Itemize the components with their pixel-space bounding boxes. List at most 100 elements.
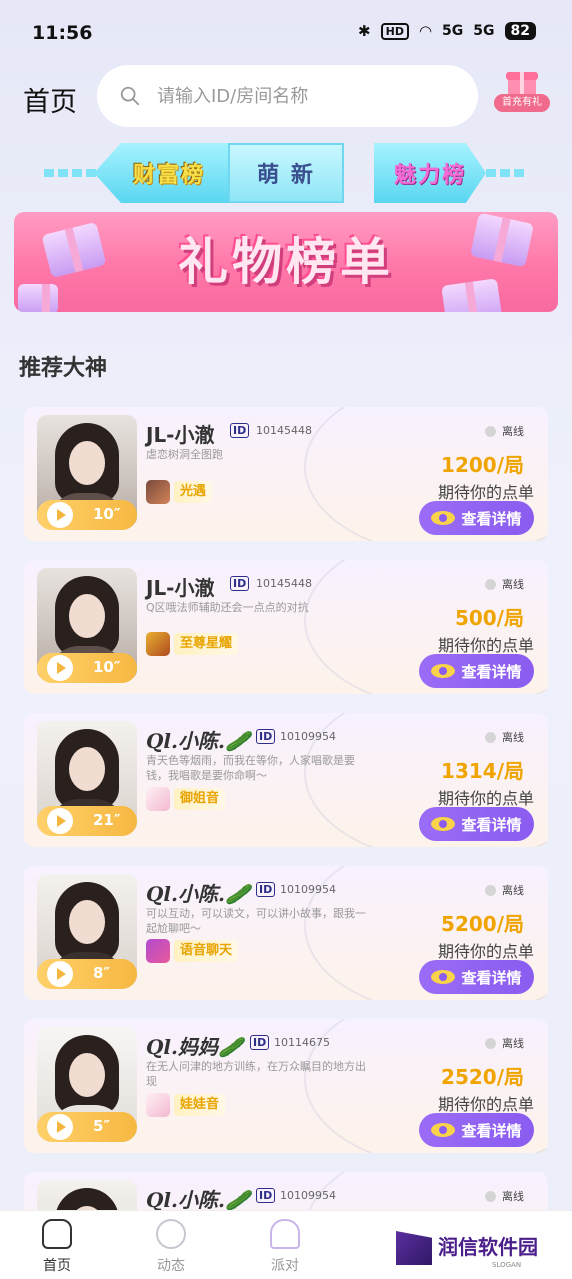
status-dot-icon [485,884,496,896]
player-description: 虐恋树洞全图跑 [146,448,223,461]
status-dot-icon [485,1190,496,1202]
rank-tabs: 财富榜 萌 新 魅力榜 [44,143,528,207]
voice-intro[interactable]: 10″ [37,500,137,530]
game-tag: 娃娃音 [174,1094,226,1116]
play-icon[interactable] [47,655,73,681]
voice-duration: 10″ [93,658,121,676]
play-icon[interactable] [47,502,73,528]
watermark-text: 润信软件园 [438,1235,538,1259]
gift-ranking-banner[interactable]: 礼物榜单 [14,212,558,312]
price: 1200/局 [441,453,524,477]
game-tag: 语音聊天 [174,940,239,962]
game-tag: 光遇 [174,481,213,503]
player-description: Q区哦法师辅助还会一点点的对抗 [146,601,309,614]
eye-icon [431,817,456,831]
view-details-button[interactable]: 查看详情 [419,1113,534,1147]
online-status: 离线 [485,729,524,745]
voice-duration: 8″ [93,964,111,982]
signal-icon-2: 5G [473,23,495,39]
order-hint: 期待你的点单 [437,483,534,502]
charm-rank-button[interactable]: 魅力榜 [374,143,486,203]
id-icon: ID [256,729,276,744]
voice-intro[interactable]: 8″ [37,959,137,989]
id-icon: ID [256,1188,276,1203]
view-details-button[interactable]: 查看详情 [419,654,534,688]
player-card[interactable]: 10″ JL-小澈 ID 10145448 虐恋树洞全图跑 光遇 离线 1200… [24,407,548,541]
nav-home[interactable]: 首页 [27,1219,87,1275]
player-id: 10145448 [256,577,312,590]
price: 5200/局 [441,912,524,936]
status-dot-icon [485,1037,496,1049]
search-bar[interactable] [97,65,478,127]
play-icon[interactable] [47,1114,73,1140]
id-icon: ID [230,576,250,591]
player-name: Ql.小陈.🥒 [146,882,250,906]
status-icons: ✱ HD ◠ 5G 5G 82 [358,22,536,40]
voice-duration: 10″ [93,505,121,523]
game-icon [146,1093,170,1117]
party-icon [270,1219,300,1249]
player-description: 青天色等烟雨，而我在等你，人家唱歌是要钱，我唱歌是要你命啊～ [146,754,355,782]
voice-intro[interactable]: 10″ [37,653,137,683]
page-title: 首页 [23,87,77,118]
voice-intro[interactable]: 5″ [37,1112,137,1142]
status-bar: 11:56 ✱ HD ◠ 5G 5G 82 [0,0,572,64]
player-name: Ql.小陈.🥒 [146,1188,250,1212]
nav-moments-label: 动态 [157,1258,185,1274]
online-status: 离线 [485,1188,524,1204]
player-card[interactable]: 21″ Ql.小陈.🥒 ID 10109954 青天色等烟雨，而我在等你，人家唱… [24,713,548,847]
online-status: 离线 [485,423,524,439]
online-status: 离线 [485,882,524,898]
hd-icon: HD [380,22,409,40]
id-icon: ID [230,423,250,438]
status-time: 11:56 [32,22,93,44]
id-icon: ID [250,1035,270,1050]
eye-icon [431,970,456,984]
order-hint: 期待你的点单 [437,1095,534,1114]
game-tag: 御姐音 [174,788,226,810]
voice-duration: 5″ [93,1117,111,1135]
order-hint: 期待你的点单 [437,942,534,961]
player-id: 10145448 [256,424,312,437]
watermark-logo-icon [396,1231,432,1265]
player-card[interactable]: 5″ Ql.妈妈🥒 ID 10114675 在无人问津的地方训练，在万众瞩目的地… [24,1019,548,1153]
order-hint: 期待你的点单 [437,789,534,808]
wifi-icon: ◠ [418,22,433,40]
player-card[interactable]: 8″ Ql.小陈.🥒 ID 10109954 可以互动，可以读文，可以讲小故事，… [24,866,548,1000]
view-details-button[interactable]: 查看详情 [419,807,534,841]
voice-intro[interactable]: 21″ [37,806,137,836]
search-input[interactable] [157,85,437,107]
view-details-button[interactable]: 查看详情 [419,501,534,535]
nav-party-label: 派对 [271,1258,299,1274]
nav-moments[interactable]: 动态 [141,1219,201,1275]
online-status: 离线 [485,576,524,592]
play-icon[interactable] [47,808,73,834]
game-icon [146,939,170,963]
play-icon[interactable] [47,961,73,987]
section-title: 推荐大神 [19,356,108,381]
player-name: JL-小澈 [146,423,215,447]
price: 500/局 [454,606,524,630]
banner-title: 礼物榜单 [178,233,394,291]
game-icon [146,480,170,504]
player-card[interactable]: 10″ JL-小澈 ID 10145448 Q区哦法师辅助还会一点点的对抗 至尊… [24,560,548,694]
status-dot-icon [485,578,496,590]
player-name: Ql.妈妈🥒 [146,1035,243,1059]
signal-icon-1: 5G [442,23,464,39]
first-recharge-label[interactable]: 首充有礼 [494,94,550,112]
view-details-button[interactable]: 查看详情 [419,960,534,994]
price: 2520/局 [441,1065,524,1089]
nav-party[interactable]: 派对 [255,1219,315,1275]
newbie-rank-button[interactable]: 萌 新 [228,143,344,203]
star-icon [156,1219,186,1249]
price: 1314/局 [441,759,524,783]
status-dot-icon [485,731,496,743]
player-id: 10109954 [280,1189,336,1202]
wealth-rank-button[interactable]: 财富榜 [94,143,244,203]
player-name: JL-小澈 [146,576,215,600]
player-name: Ql.小陈.🥒 [146,729,250,753]
game-tag: 至尊星耀 [174,633,239,655]
status-dot-icon [485,425,496,437]
id-icon: ID [256,882,276,897]
nav-home-label: 首页 [43,1258,71,1274]
